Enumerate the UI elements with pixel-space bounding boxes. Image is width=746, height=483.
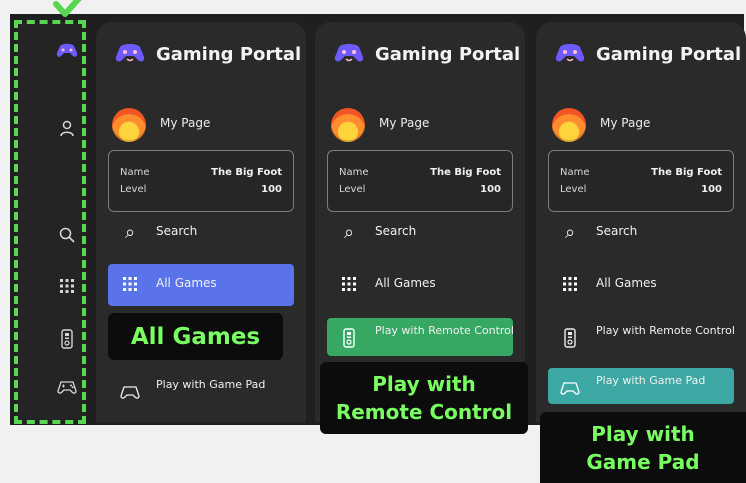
nav-search-label: Search xyxy=(596,224,638,238)
checkmark-icon xyxy=(53,0,82,17)
grid-icon-svg xyxy=(123,277,137,291)
my-page-label: My Page xyxy=(379,116,430,130)
nav-all-games[interactable]: All Games xyxy=(108,264,294,306)
avatar xyxy=(112,108,146,142)
profile-level-row: Level 100 xyxy=(560,184,722,196)
search-icon: ⌕ xyxy=(124,221,136,243)
nav-play-remote-control-label: Play with Remote Control xyxy=(375,324,514,337)
nav-all-games-label: All Games xyxy=(596,276,657,290)
nav-all-games-label: All Games xyxy=(156,276,217,290)
panel-header: Gaming Portal xyxy=(315,22,525,92)
nav-play-game-pad-label: Play with Game Pad xyxy=(156,378,266,391)
nav-search-label: Search xyxy=(156,224,198,238)
nav-search[interactable]: ⌕ Search xyxy=(327,212,513,254)
gamepad-icon xyxy=(118,380,142,404)
name-value: The Big Foot xyxy=(430,167,501,178)
profile-card: Name The Big Foot Level 100 xyxy=(108,150,294,212)
gaming-portal-logo-icon xyxy=(334,44,364,62)
nav-play-remote-control-label: Play with Remote Control xyxy=(596,324,735,337)
callout-all-games-text: All Games xyxy=(130,323,261,350)
level-label: Level xyxy=(120,184,147,195)
grid-icon xyxy=(118,272,142,296)
my-page-link[interactable]: My Page xyxy=(315,108,525,152)
name-label: Name xyxy=(560,167,590,178)
my-page-link[interactable]: My Page xyxy=(536,108,746,152)
gamepad-icon-svg xyxy=(560,382,580,395)
gaming-portal-panel-game-pad: Gaming Portal My Page Name The Big Foot … xyxy=(536,22,746,422)
nav-play-game-pad-label: Play with Game Pad xyxy=(596,374,706,387)
profile-name-row: Name The Big Foot xyxy=(339,167,501,179)
nav-search-label: Search xyxy=(375,224,417,238)
avatar xyxy=(552,108,586,142)
nav-all-games[interactable]: All Games xyxy=(548,264,734,306)
nav-all-games[interactable]: All Games xyxy=(327,264,513,306)
grid-icon-svg xyxy=(563,277,577,291)
name-label: Name xyxy=(339,167,369,178)
grid-icon-svg xyxy=(342,277,356,291)
profile-level-row: Level 100 xyxy=(339,184,501,196)
remote-control-icon xyxy=(337,326,361,350)
callout-remote-control-line2: Remote Control xyxy=(335,400,513,424)
gaming-portal-logo-icon xyxy=(555,44,585,62)
callout-remote-control: Play with Remote Control xyxy=(320,362,528,434)
my-page-label: My Page xyxy=(160,116,211,130)
profile-name-row: Name The Big Foot xyxy=(120,167,282,179)
nav-search[interactable]: ⌕ Search xyxy=(548,212,734,254)
rail-highlight-outline xyxy=(14,20,86,424)
level-label: Level xyxy=(560,184,587,195)
gaming-portal-panel-all-games: Gaming Portal My Page Name The Big Foot … xyxy=(96,22,306,422)
callout-all-games: All Games xyxy=(108,313,283,360)
name-value: The Big Foot xyxy=(211,167,282,178)
callout-game-pad-line1: Play with xyxy=(591,421,695,446)
callout-remote-control-line1: Play with xyxy=(372,372,476,396)
nav-all-games-label: All Games xyxy=(375,276,436,290)
level-value: 100 xyxy=(701,184,722,195)
gamepad-icon xyxy=(558,376,582,400)
remote-control-icon-svg xyxy=(343,328,355,348)
my-page-label: My Page xyxy=(600,116,651,130)
gaming-portal-logo-icon xyxy=(115,44,145,62)
panel-header: Gaming Portal xyxy=(96,22,306,92)
remote-control-icon xyxy=(558,326,582,350)
remote-control-icon-svg xyxy=(564,328,576,348)
profile-level-row: Level 100 xyxy=(120,184,282,196)
avatar xyxy=(331,108,365,142)
profile-name-row: Name The Big Foot xyxy=(560,167,722,179)
nav-play-game-pad[interactable]: Play with Game Pad xyxy=(548,368,734,404)
level-value: 100 xyxy=(261,184,282,195)
gamepad-icon-svg xyxy=(120,386,140,399)
callout-game-pad: Play with Game Pad xyxy=(540,412,746,483)
my-page-link[interactable]: My Page xyxy=(96,108,306,152)
name-label: Name xyxy=(120,167,150,178)
name-value: The Big Foot xyxy=(651,167,722,178)
portal-title: Gaming Portal xyxy=(375,44,521,65)
portal-title: Gaming Portal xyxy=(156,44,302,65)
nav-play-game-pad[interactable]: Play with Game Pad xyxy=(108,372,294,414)
nav-play-remote-control[interactable]: Play with Remote Control xyxy=(327,318,514,356)
nav-play-remote-control[interactable]: Play with Remote Control xyxy=(548,318,735,360)
grid-icon xyxy=(337,272,361,296)
gaming-portal-screenshot: Gaming Portal My Page Name The Big Foot … xyxy=(0,0,746,483)
search-icon: ⌕ xyxy=(564,221,576,243)
portal-title: Gaming Portal xyxy=(596,44,742,65)
level-value: 100 xyxy=(480,184,501,195)
panel-header: Gaming Portal xyxy=(536,22,746,92)
nav-search[interactable]: ⌕ Search xyxy=(108,212,294,254)
level-label: Level xyxy=(339,184,366,195)
grid-icon xyxy=(558,272,582,296)
search-icon: ⌕ xyxy=(343,221,355,243)
profile-card: Name The Big Foot Level 100 xyxy=(548,150,734,212)
profile-card: Name The Big Foot Level 100 xyxy=(327,150,513,212)
callout-game-pad-line2: Game Pad xyxy=(586,449,700,474)
